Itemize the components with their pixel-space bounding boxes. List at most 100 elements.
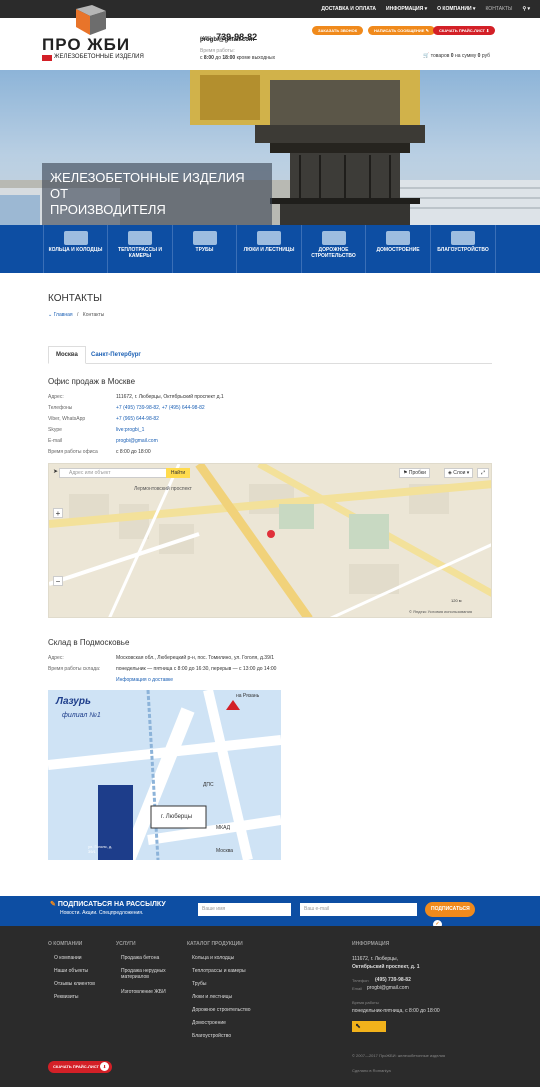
map-layers-button[interactable]: ◈ Слои ▾: [444, 468, 474, 478]
map-fullscreen-button[interactable]: ⤢: [477, 468, 490, 478]
cart-text-pre: товаров: [430, 53, 450, 59]
page-title: КОНТАКТЫ: [48, 293, 102, 304]
footer-phone-label: Телефон: [352, 978, 369, 983]
footer-address: 111672, г. Люберцы,: [352, 956, 398, 962]
footer-email[interactable]: progbi@gmail.com: [367, 985, 409, 991]
category-hatches[interactable]: ЛЮКИ И ЛЕСТНИЦЫ: [237, 225, 302, 273]
yandex-map[interactable]: Адрес или объект ➤ Найти ⚑ Пробки ◈ Слои…: [48, 463, 492, 618]
nav-info[interactable]: ИНФОРМАЦИЯ ▾: [386, 6, 427, 12]
subscribe-button-label: ПОДПИСАТЬСЯ: [431, 906, 470, 912]
map-zoom-out-button[interactable]: −: [53, 576, 63, 586]
city-tabs: Москва Санкт-Петербург: [48, 346, 492, 364]
nav-delivery[interactable]: ДОСТАВКА И ОПЛАТА: [321, 6, 376, 12]
office-value-address: 111672, г. Люберцы, Октябрьский проспект…: [116, 394, 224, 400]
scheme-mkad: МКАД: [216, 825, 230, 831]
footer-made-by[interactable]: Сделано в Romaniya: [352, 1068, 391, 1073]
footer-cat-landscaping[interactable]: Благоустройство: [192, 1033, 231, 1039]
footer-phone[interactable]: (495) 739-98-82: [375, 977, 411, 983]
category-road[interactable]: ДОРОЖНОЕ СТРОИТЕЛЬСТВО: [302, 225, 366, 273]
category-heating[interactable]: ТЕПЛОТРАССЫ И КАМЕРЫ: [108, 225, 173, 273]
geolocation-icon[interactable]: ➤: [53, 468, 58, 475]
breadcrumb-icon: ⌄: [48, 312, 53, 318]
office-value-skype[interactable]: live:progbi_1: [116, 427, 144, 433]
footer-link-requisites[interactable]: Реквизиты: [54, 994, 79, 1000]
category-bar: КОЛЬЦА И КОЛОДЦЫ ТЕПЛОТРАССЫ И КАМЕРЫ ТР…: [0, 225, 540, 273]
office-value-email[interactable]: progbi@gmail.com: [116, 438, 158, 444]
housing-icon: [386, 231, 410, 245]
footer-link-reviews[interactable]: Отзывы клиентов: [54, 981, 95, 987]
write-message-button[interactable]: НАПИСАТЬ СООБЩЕНИЕ ✎: [368, 26, 435, 35]
office-value-hours: с 8:00 до 18:00: [116, 449, 151, 455]
footer-hours: понедельник-пятница, с 8:00 до 18:00: [352, 1008, 440, 1014]
footer-info-title: ИНФОРМАЦИЯ: [352, 941, 390, 947]
footer-download-price-button[interactable]: СКАЧАТЬ ПРАЙС-ЛИСТ ⬇: [48, 1061, 112, 1073]
map-traffic-button[interactable]: ⚑ Пробки: [399, 468, 430, 478]
map-zoom-in-button[interactable]: +: [53, 508, 63, 518]
category-landscaping[interactable]: БЛАГОУСТРОЙСТВО: [431, 225, 496, 273]
cart-summary[interactable]: 🛒 товаров 0 на сумму 0 руб: [423, 53, 490, 59]
map-find-button[interactable]: Найти: [166, 468, 190, 478]
map-layers-label: Слои: [453, 470, 466, 476]
hours-label: Время работы:: [200, 48, 235, 54]
scheme-to-ryazan: на Рязань: [236, 693, 260, 699]
hatches-icon: [257, 231, 281, 245]
category-housing[interactable]: ДОМОСТРОЕНИЕ: [366, 225, 431, 273]
footer-link-materials[interactable]: Продажа нерудных материалов: [121, 968, 181, 980]
nav-about[interactable]: О КОМПАНИИ ▾: [437, 6, 475, 12]
subscribe-subtitle: Новости. Акции. Спецпредложения.: [60, 910, 144, 916]
scheme-city: г. Люберцы: [161, 814, 193, 820]
download-icon: ⬇: [100, 1062, 110, 1071]
office-label-hours: Время работы офиса: [48, 449, 98, 455]
office-label-viber: Viber, WhatsApp: [48, 416, 86, 422]
nav-contacts[interactable]: КОНТАКТЫ: [485, 6, 512, 12]
warehouse-value-hours: понедельник — пятница с 8:00 до 16:30, п…: [116, 666, 277, 672]
category-pipes[interactable]: ТРУБЫ: [173, 225, 237, 273]
category-rings[interactable]: КОЛЬЦА И КОЛОДЦЫ: [43, 225, 108, 273]
office-label-email: E-mail: [48, 438, 63, 444]
footer-link-objects[interactable]: Наши объекты: [54, 968, 88, 974]
header-email[interactable]: progbi@gmail.com: [200, 37, 254, 43]
map-search-input[interactable]: Адрес или объект: [59, 468, 179, 478]
logo-text[interactable]: ПРО ЖБИ: [42, 36, 130, 53]
office-value-viber[interactable]: +7 (965) 644-98-82: [116, 416, 159, 422]
office-label-address: Адрес:: [48, 394, 64, 400]
scheme-address: ул. Гоголя, д. 39/1: [88, 844, 113, 854]
delivery-info-link[interactable]: Информация о доставке: [116, 677, 173, 683]
tab-moscow[interactable]: Москва: [48, 346, 86, 364]
footer-cat-heating[interactable]: Теплотрассы и камеры: [192, 968, 246, 974]
route-scheme: Лазурь филиал №1 на Рязань г. Люберцы ДП…: [48, 690, 281, 860]
footer-cat-pipes[interactable]: Трубы: [192, 981, 207, 987]
header-hours: с 8:00 до 18:00 кроме выходных: [200, 55, 276, 61]
footer-arrow-badge-icon: ⬉: [352, 1021, 386, 1032]
layers-icon: ◈: [448, 470, 452, 476]
rings-icon: [63, 231, 88, 245]
hours-note: кроме выходных: [236, 55, 276, 61]
office-value-phones[interactable]: +7 (495) 739-98-82, +7 (495) 644-98-82: [116, 405, 205, 411]
write-message-label: НАПИСАТЬ СООБЩЕНИЕ: [374, 28, 425, 33]
subscribe-email-input[interactable]: Ваш e-mail: [300, 903, 417, 916]
subscribe-bar: ✎ ПОДПИСАТЬСЯ НА РАССЫЛКУ Новости. Акции…: [0, 896, 540, 929]
subscribe-button[interactable]: ПОДПИСАТЬСЯ ✓: [425, 902, 475, 929]
footer-cat-road[interactable]: Дорожное строительство: [192, 1007, 250, 1013]
footer-link-manufacturing[interactable]: Изготовление ЖБИ: [121, 989, 166, 995]
order-call-button[interactable]: ЗАКАЗАТЬ ЗВОНОК: [312, 26, 364, 35]
breadcrumb-home[interactable]: Главная: [54, 312, 73, 318]
logo-cube-icon[interactable]: [72, 5, 106, 35]
footer-link-about[interactable]: О компании: [54, 955, 82, 961]
edit-icon: ✎: [50, 901, 56, 908]
warehouse-value-address: Московская обл., Люберецкий р-н, пос. То…: [116, 655, 275, 661]
map-roads: [49, 464, 491, 617]
office-title: Офис продаж в Москве: [48, 377, 136, 386]
pipes-icon: [192, 231, 217, 245]
footer-cat-housing[interactable]: Домостроение: [192, 1020, 226, 1026]
footer-cat-hatches[interactable]: Люки и лестницы: [192, 994, 232, 1000]
subscribe-name-input[interactable]: Ваше имя: [198, 903, 291, 916]
download-price-button[interactable]: СКАЧАТЬ ПРАЙС-ЛИСТ ⬇: [433, 26, 496, 35]
scheme-branch: филиал №1: [62, 712, 101, 719]
warehouse-label-hours: Время работы склада:: [48, 666, 101, 672]
footer-cat-rings[interactable]: Кольца и колодцы: [192, 955, 234, 961]
tab-spb[interactable]: Санкт-Петербург: [84, 346, 148, 364]
logo-red-bar: [42, 55, 52, 61]
search-icon[interactable]: ⚲ ▾: [522, 6, 530, 12]
footer-link-concrete[interactable]: Продажа бетона: [121, 955, 159, 961]
